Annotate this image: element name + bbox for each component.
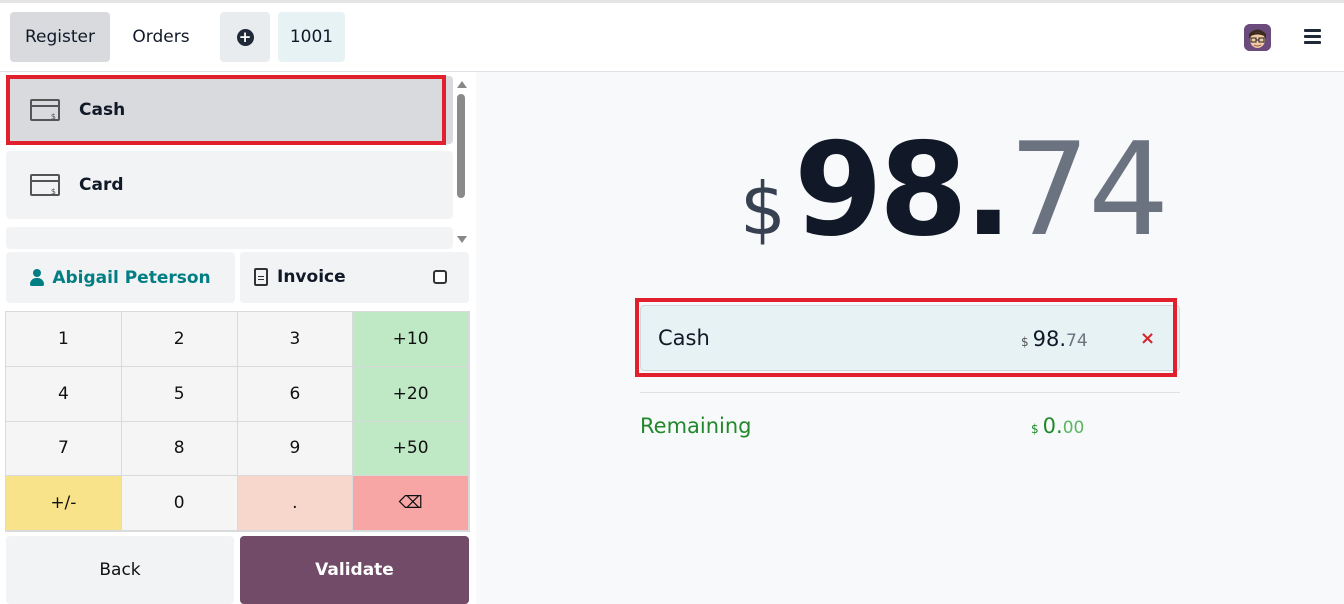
total-integer: 98. (793, 116, 1013, 265)
left-pane: Cash Card Abigail Peterson Invoice 1 2 3… (0, 72, 476, 604)
remaining-amount: $0.00 (1031, 414, 1084, 438)
person-icon (30, 269, 45, 286)
remaining-decimals: 00 (1062, 418, 1085, 438)
numpad-key-7[interactable]: 7 (6, 421, 122, 477)
total-currency: $ (740, 167, 786, 251)
remaining-integer: 0. (1042, 414, 1063, 438)
remaining-currency: $ (1031, 422, 1039, 436)
order-tab-1001[interactable]: 1001 (278, 12, 345, 62)
numpad-key-sign[interactable]: +/- (6, 476, 122, 531)
numpad-key-1[interactable]: 1 (6, 312, 122, 367)
payment-method-partial[interactable] (6, 227, 453, 249)
customer-button[interactable]: Abigail Peterson (6, 252, 235, 303)
remaining-label: Remaining (640, 414, 752, 438)
numpad-key-0[interactable]: 0 (121, 476, 238, 531)
numpad-key-plus10[interactable]: +10 (353, 312, 469, 367)
document-icon (254, 268, 268, 286)
numpad-key-6[interactable]: 6 (237, 366, 354, 422)
total-amount: $ 98. 74 (740, 116, 1169, 265)
numpad-key-2[interactable]: 2 (121, 312, 238, 367)
customer-name: Abigail Peterson (52, 267, 211, 288)
numpad-key-backspace[interactable]: ⌫ (353, 476, 469, 531)
highlight-box-cash-method (6, 75, 446, 145)
numpad-key-5[interactable]: 5 (121, 366, 238, 422)
scroll-down-arrow-icon[interactable] (457, 236, 467, 243)
payment-method-card[interactable]: Card (6, 151, 453, 219)
scroll-thumb[interactable] (457, 94, 465, 198)
numpad-key-decimal[interactable]: . (237, 476, 354, 531)
back-button[interactable]: Back (6, 536, 234, 604)
scroll-up-arrow-icon[interactable] (457, 81, 467, 88)
numpad-key-plus50[interactable]: +50 (353, 421, 469, 477)
plus-circle-icon: + (236, 28, 254, 46)
hamburger-menu-icon[interactable] (1304, 29, 1321, 44)
invoice-label: Invoice (277, 267, 346, 287)
highlight-box-payment-line (635, 298, 1177, 377)
numpad-key-plus20[interactable]: +20 (353, 366, 469, 422)
numpad: 1 2 3 +10 4 5 6 +20 7 8 9 +50 +/- 0 . ⌫ (5, 311, 470, 532)
payment-method-label: Card (79, 175, 124, 195)
numpad-key-3[interactable]: 3 (237, 312, 354, 367)
user-avatar[interactable] (1244, 24, 1271, 51)
numpad-key-8[interactable]: 8 (121, 421, 238, 477)
validate-button[interactable]: Validate (240, 536, 469, 604)
payment-methods-scrollbar[interactable] (455, 78, 467, 248)
invoice-checkbox[interactable] (433, 270, 447, 284)
numpad-key-9[interactable]: 9 (237, 421, 354, 477)
total-decimals: 74 (1008, 116, 1170, 265)
orders-button[interactable]: Orders (112, 12, 210, 62)
divider (640, 392, 1180, 393)
top-navbar: Register Orders + 1001 (0, 0, 1344, 72)
numpad-key-4[interactable]: 4 (6, 366, 122, 422)
register-button[interactable]: Register (10, 12, 110, 62)
invoice-toggle[interactable]: Invoice (240, 252, 469, 303)
new-order-button[interactable]: + (220, 12, 270, 62)
cash-register-icon (30, 174, 60, 196)
